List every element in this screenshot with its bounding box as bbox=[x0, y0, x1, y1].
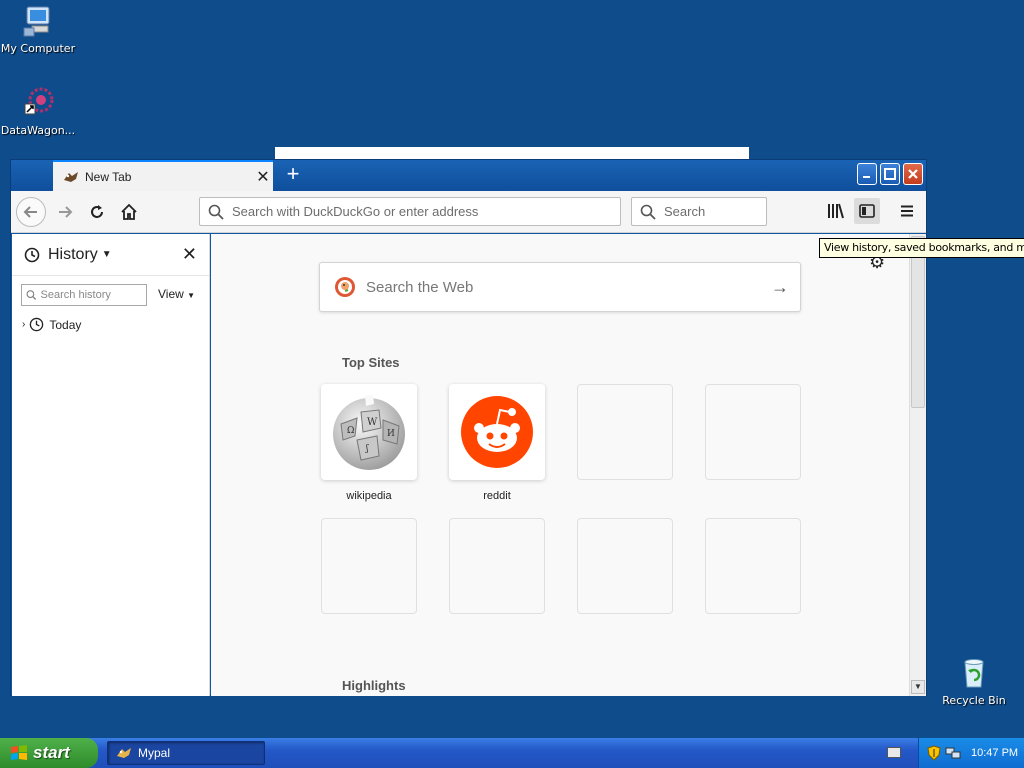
title-bar[interactable]: New Tab ✕ + bbox=[11, 160, 926, 191]
my-computer-label: My Computer bbox=[0, 42, 76, 55]
svg-text:И: И bbox=[387, 429, 395, 439]
sidebar-icon bbox=[859, 204, 875, 218]
taskbar-item-mypal[interactable]: Mypal bbox=[107, 741, 265, 765]
network-icon[interactable] bbox=[945, 746, 961, 760]
tab-close-icon[interactable]: ✕ bbox=[253, 167, 273, 187]
svg-text:ʃ: ʃ bbox=[365, 444, 369, 454]
mypal-icon bbox=[117, 748, 131, 758]
clock-icon bbox=[24, 247, 40, 262]
scrollbar-thumb[interactable] bbox=[911, 236, 925, 408]
back-button[interactable] bbox=[16, 197, 46, 227]
start-button[interactable]: start bbox=[0, 738, 98, 768]
clock[interactable]: 10:47 PM bbox=[971, 747, 1018, 759]
top-site-empty-slot[interactable] bbox=[705, 384, 801, 480]
windows-flag-icon bbox=[11, 745, 27, 760]
sidebar-close-icon[interactable]: ✕ bbox=[182, 244, 197, 265]
sidebar-header[interactable]: History ▼ bbox=[12, 234, 209, 276]
web-search-input[interactable] bbox=[366, 278, 760, 296]
reload-icon bbox=[91, 205, 103, 218]
history-search-field[interactable] bbox=[21, 284, 147, 306]
top-site-label: reddit bbox=[483, 490, 511, 502]
top-site-empty-slot[interactable] bbox=[705, 518, 801, 614]
web-search-box[interactable]: → bbox=[319, 262, 801, 312]
chevron-down-icon: ▼ bbox=[101, 249, 112, 260]
minimize-button[interactable] bbox=[857, 163, 877, 185]
recycle-bin-icon bbox=[957, 656, 991, 690]
library-icon bbox=[828, 203, 844, 219]
top-site-empty-slot[interactable] bbox=[449, 518, 545, 614]
top-sites-heading: Top Sites bbox=[342, 355, 400, 370]
top-site-empty-slot[interactable] bbox=[321, 518, 417, 614]
shield-icon[interactable] bbox=[927, 745, 941, 761]
start-label: start bbox=[33, 743, 70, 762]
sidebar-title: History bbox=[48, 245, 98, 263]
history-item-today[interactable]: › Today bbox=[22, 317, 81, 332]
url-bar[interactable] bbox=[199, 197, 621, 226]
search-icon bbox=[640, 204, 656, 220]
history-sidebar: History ▼ ✕ View ▼ › Today bbox=[12, 234, 210, 696]
history-item-label: Today bbox=[49, 317, 82, 332]
library-button[interactable] bbox=[823, 198, 849, 224]
new-tab-page: ⚙ → Top Sites W Ω И ʃ wikipedia bbox=[211, 234, 909, 696]
home-button[interactable] bbox=[114, 197, 144, 227]
taskbar-item-label: Mypal bbox=[138, 746, 171, 760]
chevron-down-icon: ▼ bbox=[187, 291, 196, 300]
wikipedia-icon: W Ω И ʃ bbox=[333, 394, 405, 470]
hamburger-menu-icon bbox=[901, 205, 913, 217]
datawagon-desktop-icon[interactable]: DataWagon... bbox=[0, 86, 76, 137]
top-site-wikipedia[interactable]: W Ω И ʃ bbox=[321, 384, 417, 480]
reload-button[interactable] bbox=[82, 197, 112, 227]
menu-button[interactable] bbox=[894, 198, 920, 224]
datawagon-icon bbox=[21, 86, 55, 120]
taskbar: start Mypal 10:47 PM bbox=[0, 738, 1024, 768]
close-window-button[interactable] bbox=[903, 163, 923, 185]
sidebar-toggle-button[interactable] bbox=[854, 198, 880, 224]
vertical-scrollbar[interactable]: ▼ bbox=[909, 234, 926, 696]
home-icon bbox=[121, 203, 137, 220]
search-icon bbox=[26, 290, 37, 300]
arrow-right-icon[interactable]: → bbox=[760, 277, 800, 298]
system-tray: 10:47 PM bbox=[918, 738, 1024, 768]
search-bar[interactable] bbox=[631, 197, 767, 226]
search-icon bbox=[208, 204, 224, 220]
top-site-reddit[interactable] bbox=[449, 384, 545, 480]
library-tooltip: View history, saved bookmarks, and more bbox=[819, 238, 1024, 258]
new-tab-button[interactable]: + bbox=[281, 163, 305, 187]
my-computer-desktop-icon[interactable]: My Computer bbox=[0, 4, 76, 55]
top-site-empty-slot[interactable] bbox=[577, 384, 673, 480]
top-site-label: wikipedia bbox=[346, 490, 392, 502]
clock-icon bbox=[30, 317, 44, 332]
url-input[interactable] bbox=[232, 204, 620, 219]
chevron-right-icon[interactable]: › bbox=[22, 319, 25, 330]
forward-button[interactable] bbox=[50, 197, 80, 227]
tab-title: New Tab bbox=[85, 169, 132, 184]
reddit-icon bbox=[461, 396, 533, 468]
search-input[interactable] bbox=[664, 204, 766, 219]
maximize-button[interactable] bbox=[880, 163, 900, 185]
history-search-input[interactable] bbox=[40, 289, 146, 301]
tab-new-tab[interactable]: New Tab ✕ bbox=[53, 160, 273, 191]
highlights-heading: Highlights bbox=[342, 678, 406, 693]
svg-text:Ω: Ω bbox=[347, 426, 354, 436]
svg-text:W: W bbox=[367, 417, 378, 428]
view-menu-button[interactable]: View ▼ bbox=[158, 287, 195, 301]
scroll-down-arrow-icon[interactable]: ▼ bbox=[911, 680, 925, 694]
back-arrow-icon bbox=[23, 206, 37, 218]
duckduckgo-icon bbox=[335, 277, 355, 297]
computer-icon bbox=[21, 4, 55, 38]
nav-toolbar bbox=[11, 191, 926, 233]
keyboard-icon[interactable] bbox=[887, 747, 901, 758]
datawagon-label: DataWagon... bbox=[0, 124, 76, 137]
recycle-bin-label: Recycle Bin bbox=[942, 694, 1006, 707]
recycle-bin-desktop-icon[interactable]: Recycle Bin bbox=[936, 656, 1012, 707]
mypal-tab-icon bbox=[63, 170, 79, 184]
forward-arrow-icon bbox=[59, 206, 73, 218]
top-site-empty-slot[interactable] bbox=[577, 518, 673, 614]
view-label: View bbox=[158, 287, 184, 301]
browser-window: New Tab ✕ + Search with DuckDuckGo or en… bbox=[10, 159, 927, 696]
